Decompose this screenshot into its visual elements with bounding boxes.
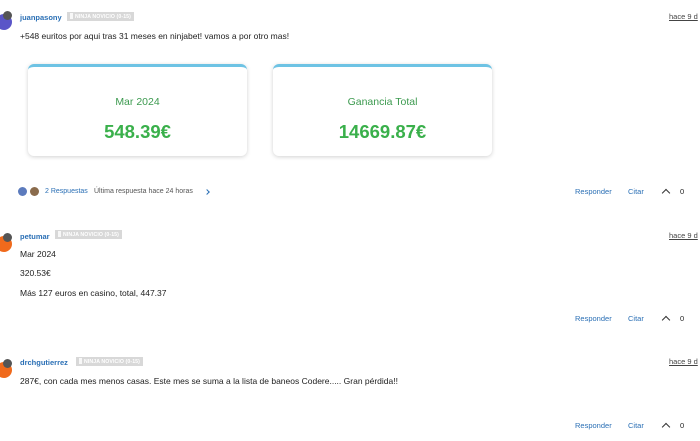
online-status-icon — [3, 359, 12, 368]
quote-button[interactable]: Citar — [628, 421, 644, 430]
post-text: 287€, con cada mes menos casas. Este mes… — [20, 376, 398, 386]
rank-label: NINJA NOVICIO (0-15) — [84, 359, 140, 365]
post-drchgutierrez: drchgutierrez NINJA NOVICIO (0-15) hace … — [0, 0, 700, 441]
medal-icon — [79, 358, 82, 364]
rank-badge: NINJA NOVICIO (0-15) — [76, 357, 143, 366]
post-timestamp[interactable]: hace 9 d — [669, 357, 698, 366]
vote-score: 0 — [680, 421, 685, 430]
upvote-icon[interactable] — [661, 422, 671, 432]
reply-button[interactable]: Responder — [575, 421, 612, 430]
username[interactable]: drchgutierrez — [20, 358, 68, 367]
